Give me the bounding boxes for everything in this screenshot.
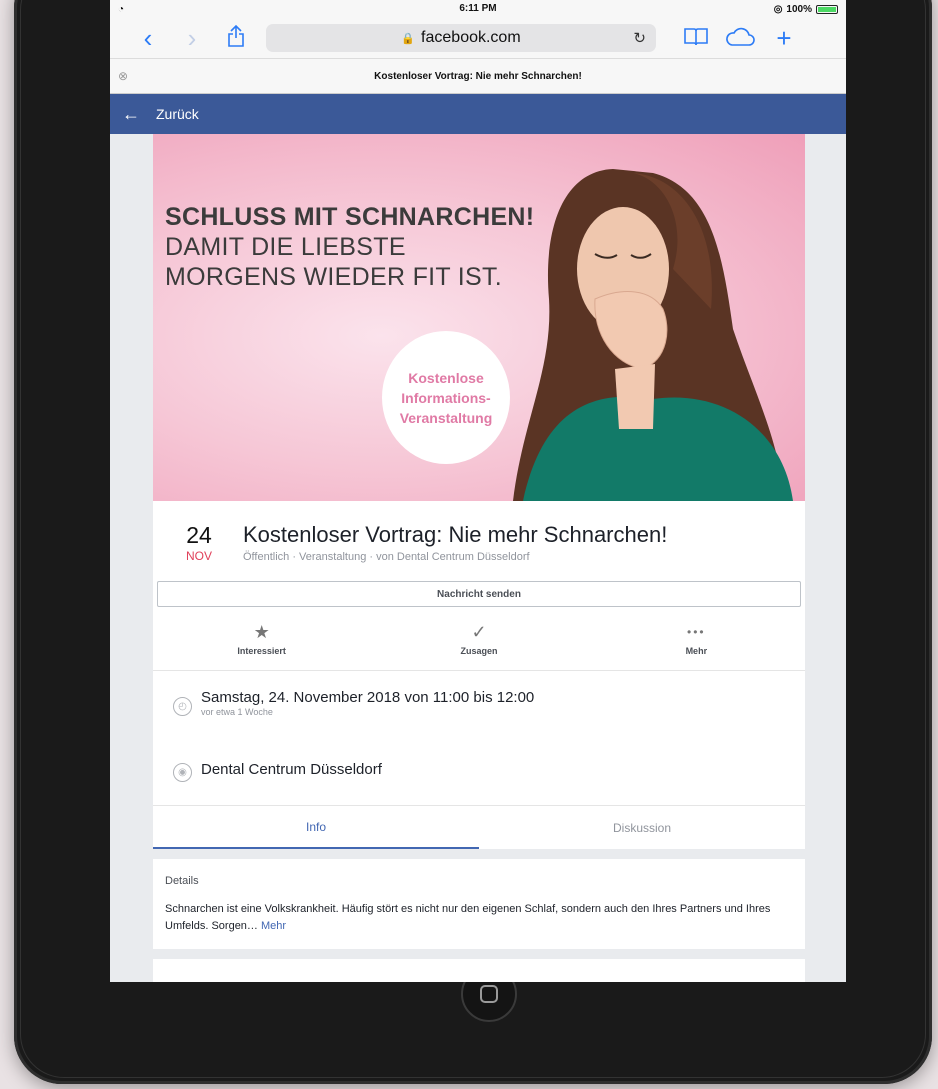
cover-headline: SCHLUSS MIT SCHNARCHEN! DAMIT DIE LIEBST… (165, 202, 534, 292)
event-subtitle: Öffentlich · Veranstaltung · von Dental … (243, 551, 530, 563)
icloud-tabs-icon[interactable] (718, 25, 762, 51)
tab-title[interactable]: Kostenloser Vortrag: Nie mehr Schnarchen… (374, 71, 582, 82)
event-cover-image: SCHLUSS MIT SCHNARCHEN! DAMIT DIE LIEBST… (153, 134, 805, 501)
badge-line-2: Informations- (401, 389, 491, 406)
interested-button[interactable]: ★ Interessiert (153, 621, 370, 656)
send-message-button[interactable]: Nachricht senden (157, 581, 801, 607)
yawning-woman-image (513, 169, 793, 501)
new-tab-icon[interactable]: + (762, 25, 806, 51)
location-pin-icon: ◉ (173, 763, 192, 782)
share-icon[interactable] (214, 24, 258, 52)
safari-toolbar: ‹ › 🔒 facebook.com ↻ + (110, 18, 846, 58)
more-label: Mehr (685, 646, 708, 656)
home-square-icon (480, 985, 498, 1003)
cover-line-2: DAMIT DIE LIEBSTE (165, 233, 406, 261)
details-more-link[interactable]: Mehr (261, 920, 286, 932)
screen: ◔ 6:11 PM ◎ 100% ‹ › 🔒 facebook.com ↻ + … (110, 0, 846, 982)
close-tab-icon[interactable]: ⊗ (118, 69, 128, 83)
going-button[interactable]: ✓ Zusagen (370, 621, 587, 656)
details-section: Details Schnarchen ist eine Volkskrankhe… (153, 859, 805, 949)
interested-label: Interessiert (237, 646, 286, 656)
event-title: Kostenloser Vortrag: Nie mehr Schnarchen… (243, 522, 668, 547)
details-text-block: Schnarchen ist eine Volkskrankheit. Häuf… (165, 901, 793, 935)
event-datetime: Samstag, 24. November 2018 von 11:00 bis… (201, 689, 535, 706)
next-section (153, 959, 805, 982)
event-location: Dental Centrum Düsseldorf (201, 761, 382, 778)
badge-line-1: Kostenlose (408, 369, 484, 386)
clock-icon: ◴ (173, 697, 192, 716)
more-button[interactable]: ••• Mehr (588, 621, 805, 656)
details-text: Schnarchen ist eine Volkskrankheit. Häuf… (165, 903, 771, 932)
free-event-badge: Kostenlose Informations- Veranstaltung (382, 331, 510, 464)
back-link[interactable]: Zurück (156, 106, 199, 122)
event-month: NOV (185, 549, 212, 563)
url-text: facebook.com (421, 29, 521, 46)
event-page: SCHLUSS MIT SCHNARCHEN! DAMIT DIE LIEBST… (153, 134, 805, 982)
event-location-row[interactable]: ◉ Dental Centrum Düsseldorf (153, 747, 805, 805)
event-day: 24 (186, 522, 212, 548)
back-arrow-icon[interactable]: ← (122, 104, 140, 125)
forward-chevron-icon[interactable]: › (170, 25, 214, 51)
facebook-header: ← Zurück (110, 94, 846, 134)
status-time: 6:11 PM (459, 3, 497, 14)
event-actions: ★ Interessiert ✓ Zusagen ••• Mehr (153, 607, 805, 671)
event-datetime-relative: vor etwa 1 Woche (201, 707, 273, 717)
event-time-row[interactable]: ◴ Samstag, 24. November 2018 von 11:00 b… (153, 671, 805, 747)
event-card: 24 NOV Kostenloser Vortrag: Nie mehr Sch… (153, 501, 805, 805)
event-title-row: 24 NOV Kostenloser Vortrag: Nie mehr Sch… (153, 501, 805, 571)
bookmarks-icon[interactable] (674, 25, 718, 51)
reload-icon[interactable]: ↻ (633, 29, 646, 47)
star-icon: ★ (253, 622, 270, 642)
event-date: 24 NOV (169, 523, 229, 571)
back-chevron-icon[interactable]: ‹ (126, 25, 170, 51)
tab-discussion[interactable]: Diskussion (479, 806, 805, 849)
cover-line-3: MORGENS WIEDER FIT IST. (165, 263, 503, 291)
tab-info[interactable]: Info (153, 806, 479, 849)
address-bar[interactable]: 🔒 facebook.com ↻ (266, 24, 656, 52)
event-heading: Kostenloser Vortrag: Nie mehr Schnarchen… (243, 523, 667, 571)
lock-icon: 🔒 (401, 32, 416, 45)
cover-line-1: SCHLUSS MIT SCHNARCHEN! (165, 203, 535, 231)
badge-line-3: Veranstaltung (399, 409, 493, 426)
more-icon: ••• (687, 625, 706, 639)
going-label: Zusagen (460, 646, 498, 656)
event-tabs: Info Diskussion (153, 805, 805, 849)
check-icon: ✓ (471, 622, 487, 642)
status-bar: ◔ 6:11 PM ◎ 100% (110, 0, 846, 18)
tab-bar: ⊗ Kostenloser Vortrag: Nie mehr Schnarch… (110, 58, 846, 94)
details-heading: Details (165, 875, 199, 887)
